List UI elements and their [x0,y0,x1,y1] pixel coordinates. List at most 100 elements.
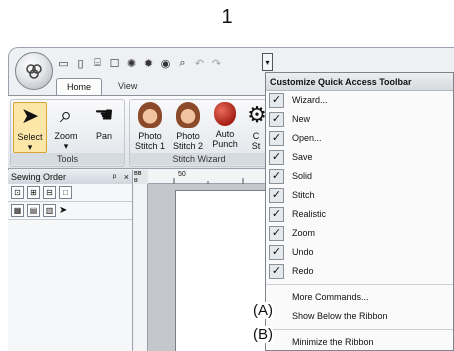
pan-button[interactable]: ☚ Pan [87,102,121,141]
menu-item-zoom[interactable]: ✓ Zoom [266,224,453,243]
group-icon[interactable]: ▦ [11,204,24,217]
menu-item-label: Realistic [292,209,327,219]
menu-item-label: Zoom [292,228,316,238]
zoom-button-label: Zoom [54,131,78,141]
swap-icon[interactable]: ▥ [43,204,56,217]
portrait-icon [138,102,162,128]
select-button[interactable]: ➤ Select ▾ [13,102,47,153]
menu-item-save[interactable]: ✓ Save [266,148,453,167]
sewing-order-toolbar-1: ⊡ ⊞ ⊟ □ [8,184,132,202]
solid-icon[interactable]: ◉ [158,56,173,71]
close-icon[interactable]: × [124,172,129,182]
check-icon: ✓ [269,188,284,203]
cursor-icon[interactable]: ➤ [59,205,67,216]
menu-item-realistic[interactable]: ✓ Realistic [266,205,453,224]
sewing-order-title: Sewing Order [11,172,67,182]
menu-item-label: Redo [292,266,314,276]
photo-stitch-2-button[interactable]: Photo Stitch 2 [170,102,206,151]
select-dropdown-marker: ▾ [27,142,33,152]
check-icon: ✓ [269,264,284,279]
quick-access-toolbar: ▭ ▯ ⌸ ☐ ✺ ✹ ◉ ⌕ ↶ ↷ [56,54,224,72]
vertical-ruler [134,184,148,351]
menu-item-redo[interactable]: ✓ Redo [266,262,453,281]
menu-separator [266,329,453,330]
check-icon: ✓ [269,131,284,146]
pane-controls: ᵖ × [113,172,129,182]
open-file-icon[interactable]: ▯ [73,56,88,71]
menu-item-undo[interactable]: ✓ Undo [266,243,453,262]
menu-item-more-commands[interactable]: More Commands... [266,288,453,307]
realistic-icon[interactable]: ✺ [124,56,139,71]
order-up-icon[interactable]: ⊞ [27,186,40,199]
check-icon: ✓ [269,93,284,108]
menu-item-label: Stitch [292,190,315,200]
menu-header: Customize Quick Access Toolbar [266,73,453,91]
new-file-icon[interactable]: ▭ [56,56,71,71]
ruler-corner-top: ʙʙ [134,170,142,177]
partial-button-label: C [252,131,260,141]
sewing-order-pane: Sewing Order ᵖ × ⊡ ⊞ ⊟ □ ▦ ▤ ▥ ➤ [8,170,133,351]
tab-view[interactable]: View [108,78,147,95]
menu-item-stitch[interactable]: ✓ Stitch [266,186,453,205]
menu-item-open[interactable]: ✓ Open... [266,129,453,148]
menu-item-minimize-ribbon[interactable]: Minimize the Ribbon [266,333,453,351]
pan-button-label: Pan [95,131,112,141]
ruler-corner: ʙʙ ʁ [134,170,148,184]
check-icon: ✓ [269,169,284,184]
undo-icon[interactable]: ↶ [192,56,207,71]
check-icon: ✓ [269,112,284,127]
app-logo-icon [26,64,42,79]
stitch-icon[interactable]: ✹ [141,56,156,71]
sewing-order-toolbar-2: ▦ ▤ ▥ ➤ [8,202,132,220]
callout-b: (B) [253,326,273,343]
menu-item-label: Save [292,152,313,162]
customize-qat-icon[interactable]: ▾ [262,53,273,71]
menu-item-solid[interactable]: ✓ Solid [266,167,453,186]
select-button-label: Select [17,132,43,142]
hand-icon: ☚ [94,102,114,127]
callout-a: (A) [253,302,273,319]
step-number: 1 [221,6,233,28]
zoom-icon[interactable]: ⌕ [175,56,190,71]
check-icon: ✓ [269,245,284,260]
wizard-icon[interactable]: ☐ [107,56,122,71]
auto-punch-button[interactable]: Auto Punch [208,102,242,149]
order-first-icon[interactable]: ⊡ [11,186,24,199]
apple-icon [214,102,236,126]
menu-item-label: New [292,114,311,124]
zoom-dropdown-marker: ▾ [63,141,69,151]
group-label-tools: Tools [11,153,124,165]
check-icon: ✓ [269,226,284,241]
arrow-cursor-icon: ➤ [20,103,40,128]
menu-item-label: Undo [292,247,314,257]
check-icon: ✓ [269,207,284,222]
pin-icon[interactable]: ᵖ [113,172,116,182]
menu-item-label: Wizard... [292,95,328,105]
save-icon[interactable]: ⌸ [90,56,105,71]
sewing-order-title-bar: Sewing Order ᵖ × [8,170,132,184]
ungroup-icon[interactable]: ▤ [27,204,40,217]
ribbon-group-tools: ➤ Select ▾ ⌕ Zoom ▾ ☚ Pan Tools [10,99,125,167]
zoom-button[interactable]: ⌕ Zoom ▾ [49,102,83,151]
application-button[interactable] [15,52,53,90]
menu-item-label: Open... [292,133,322,143]
auto-punch-label: Auto Punch [212,129,238,149]
photo-stitch-1-button[interactable]: Photo Stitch 1 [132,102,168,151]
group-label-stitch-wizard: Stitch Wizard [130,153,268,165]
order-last-icon[interactable]: □ [59,186,72,199]
ribbon-group-stitch-wizard: Photo Stitch 1 Photo Stitch 2 Auto Punch… [129,99,269,167]
menu-separator [266,284,453,285]
check-icon: ✓ [269,150,284,165]
photo-stitch-1-label: Photo Stitch 1 [134,131,165,151]
photo-stitch-2-label: Photo Stitch 2 [172,131,203,151]
menu-item-show-below-ribbon[interactable]: Show Below the Ribbon [266,307,453,326]
magnifier-icon: ⌕ [59,102,73,127]
order-down-icon[interactable]: ⊟ [43,186,56,199]
menu-item-new[interactable]: ✓ New [266,110,453,129]
redo-icon[interactable]: ↷ [209,56,224,71]
customize-qat-menu: Customize Quick Access Toolbar ✓ Wizard..… [265,72,454,351]
menu-item-label: Solid [292,171,313,181]
menu-item-wizard[interactable]: ✓ Wizard... [266,91,453,110]
ruler-corner-side: ʁ [134,177,138,184]
tab-home[interactable]: Home [56,78,103,95]
